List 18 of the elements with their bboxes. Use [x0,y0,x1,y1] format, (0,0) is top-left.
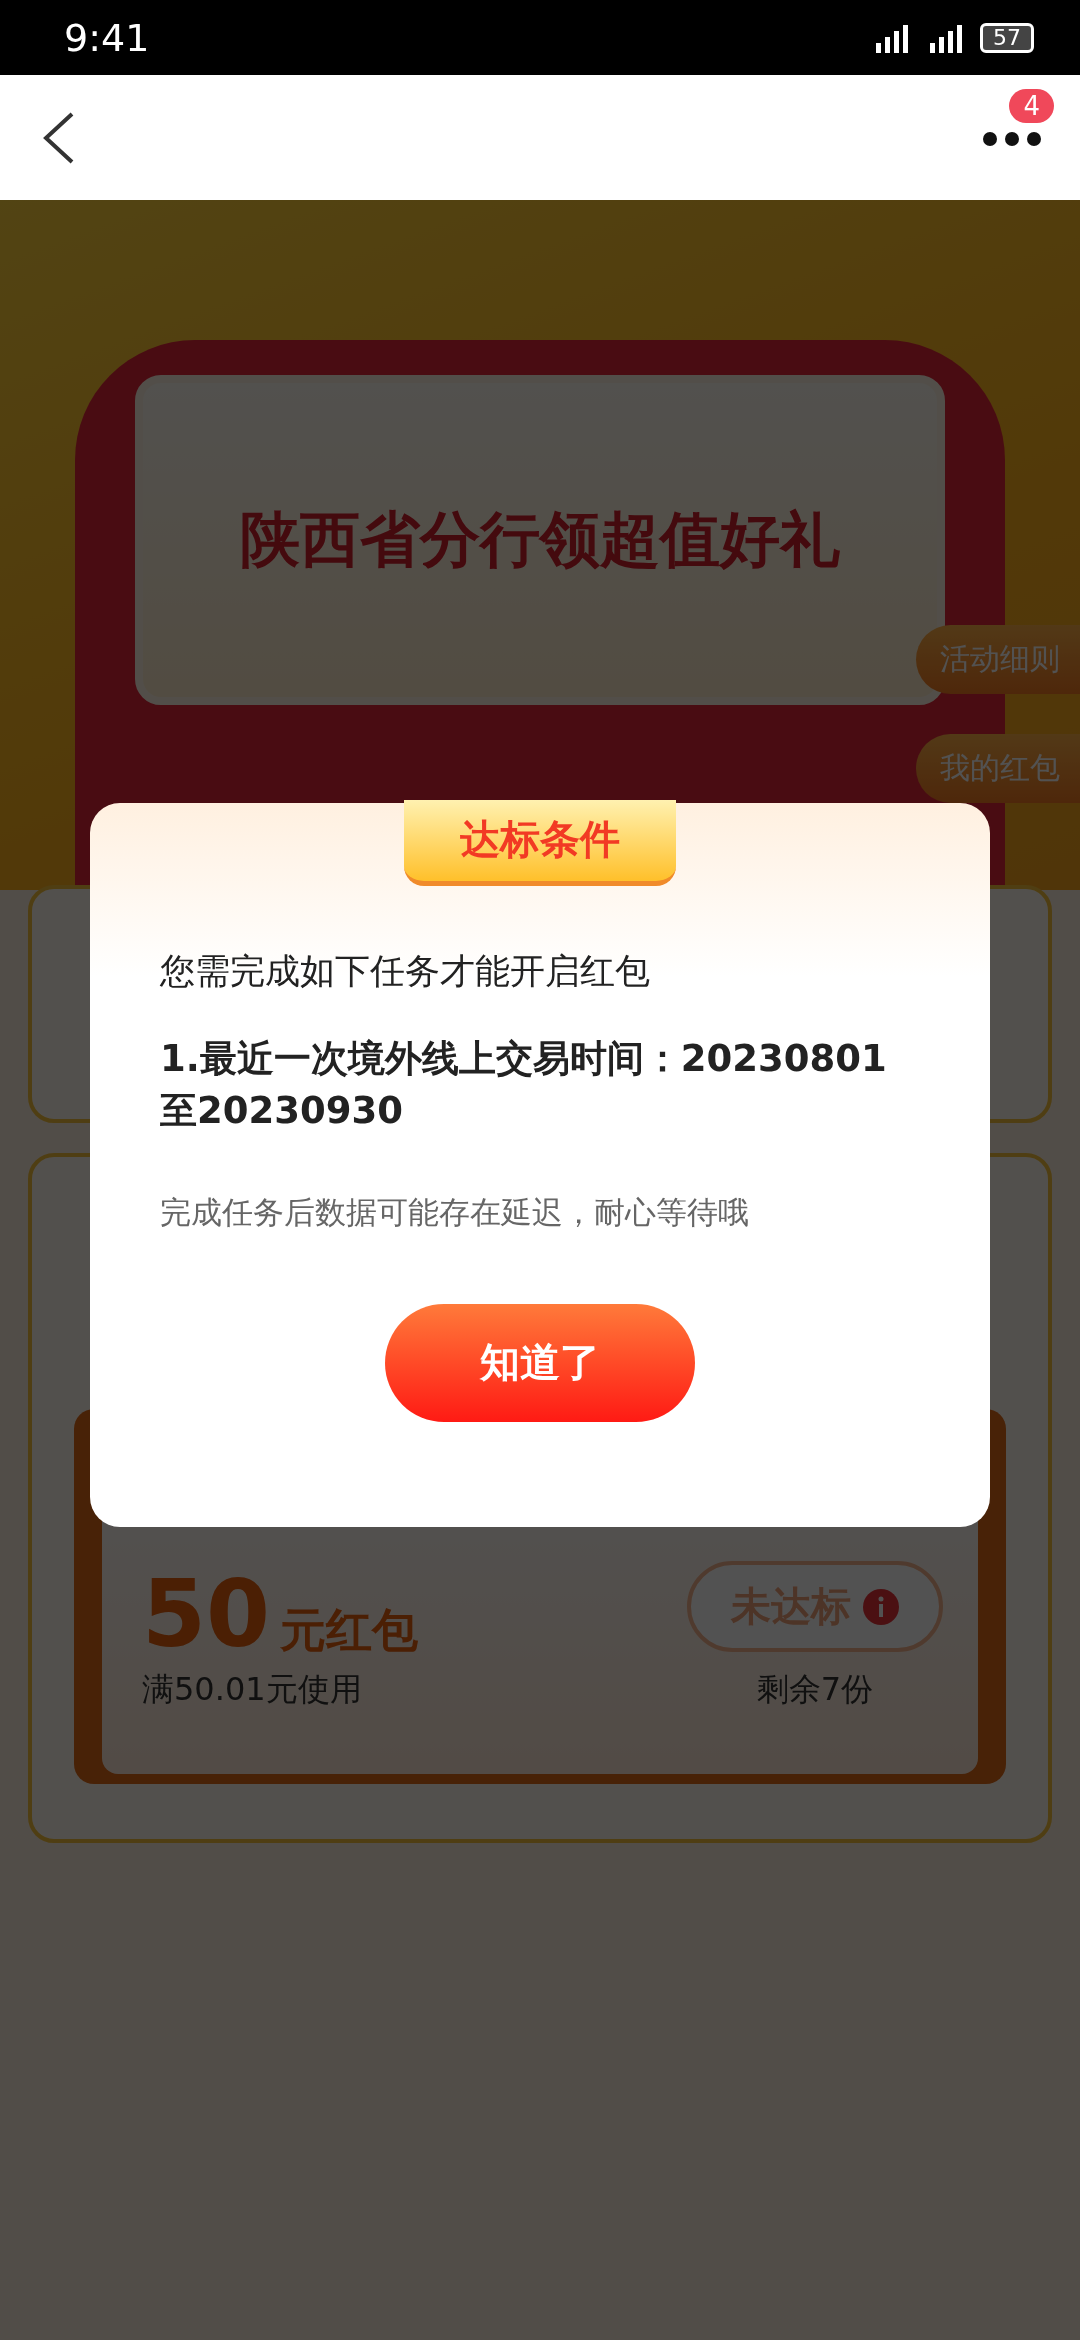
side-button[interactable]: 活动细则 [916,625,1080,694]
remaining-count: 剩余7份 [756,1669,874,1710]
task-text: 1.最近一次境外线上交易时间：20230801至20230930 [160,1036,888,1134]
side-button[interactable]: 我的红包 [916,734,1080,803]
more-button[interactable] [982,130,1042,147]
clock: 9:41 [64,15,151,60]
info-icon [863,1588,899,1625]
banner-title: 陕西省分行领超值好礼 [240,502,840,576]
coupon-condition: 满50.01元使用 [142,1669,363,1710]
notification-badge: 4 [1009,89,1054,123]
battery-indicator: 57 [980,22,1034,53]
coupon-amount: 50 [142,1561,271,1668]
dialog-title: 达标条件 [404,800,676,886]
confirm-button[interactable]: 知道了 [385,1303,695,1422]
dialog-note: 完成任务后数据可能存在延迟，耐心等待哦 [160,1192,750,1232]
more-icon [982,130,1042,147]
coupon-unit: 元红包 [280,1602,419,1659]
dialog-intro: 您需完成如下任务才能开启红包 [160,950,651,993]
